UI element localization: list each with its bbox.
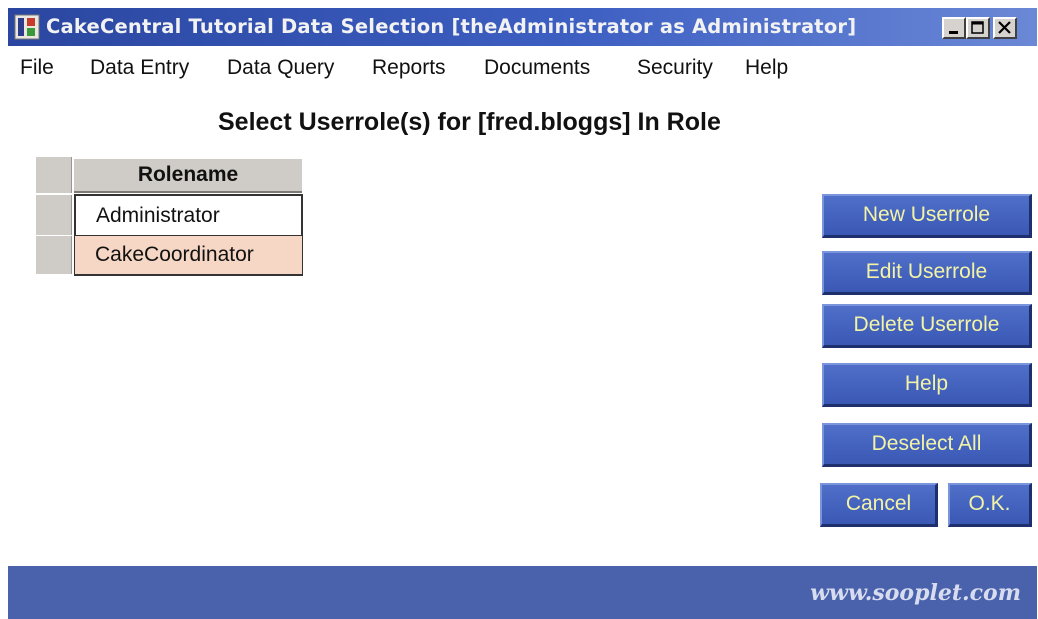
menu-data-query[interactable]: Data Query xyxy=(227,56,334,80)
new-userrole-button[interactable]: New Userrole xyxy=(822,194,1032,238)
window-title: CakeCentral Tutorial Data Selection [the… xyxy=(46,15,857,38)
delete-userrole-button[interactable]: Delete Userrole xyxy=(822,304,1032,348)
menu-help[interactable]: Help xyxy=(745,56,788,80)
title-bar[interactable]: CakeCentral Tutorial Data Selection [the… xyxy=(8,8,1037,46)
menu-file[interactable]: File xyxy=(20,56,54,80)
deselect-all-button[interactable]: Deselect All xyxy=(822,423,1032,467)
table-row[interactable]: Administrator xyxy=(74,194,303,236)
menu-bar: File Data Entry Data Query Reports Docum… xyxy=(8,46,1037,86)
menu-reports[interactable]: Reports xyxy=(372,56,446,80)
table-corner xyxy=(36,157,72,193)
menu-security[interactable]: Security xyxy=(637,56,713,80)
row-header[interactable] xyxy=(36,195,72,235)
edit-userrole-button[interactable]: Edit Userrole xyxy=(822,251,1032,295)
column-header-rolename[interactable]: Rolename xyxy=(74,157,302,193)
maximize-icon xyxy=(971,21,984,34)
app-icon[interactable] xyxy=(14,14,40,40)
cancel-button[interactable]: Cancel xyxy=(820,483,938,527)
ok-button[interactable]: O.K. xyxy=(948,483,1032,527)
app-window: CakeCentral Tutorial Data Selection [the… xyxy=(8,8,1037,619)
footer-bar: www.sooplet.com xyxy=(8,566,1037,619)
minimize-button[interactable] xyxy=(942,17,966,39)
table-row-selected[interactable]: CakeCoordinator xyxy=(74,236,303,276)
close-icon xyxy=(998,21,1011,34)
minimize-icon xyxy=(949,31,958,34)
help-button[interactable]: Help xyxy=(822,363,1032,407)
menu-documents[interactable]: Documents xyxy=(484,56,590,80)
page-title: Select Userrole(s) for [fred.bloggs] In … xyxy=(218,108,721,136)
menu-data-entry[interactable]: Data Entry xyxy=(90,56,189,80)
maximize-button[interactable] xyxy=(966,17,990,39)
row-header[interactable] xyxy=(36,236,72,274)
footer-watermark: www.sooplet.com xyxy=(810,580,1021,606)
close-button[interactable] xyxy=(993,17,1017,39)
